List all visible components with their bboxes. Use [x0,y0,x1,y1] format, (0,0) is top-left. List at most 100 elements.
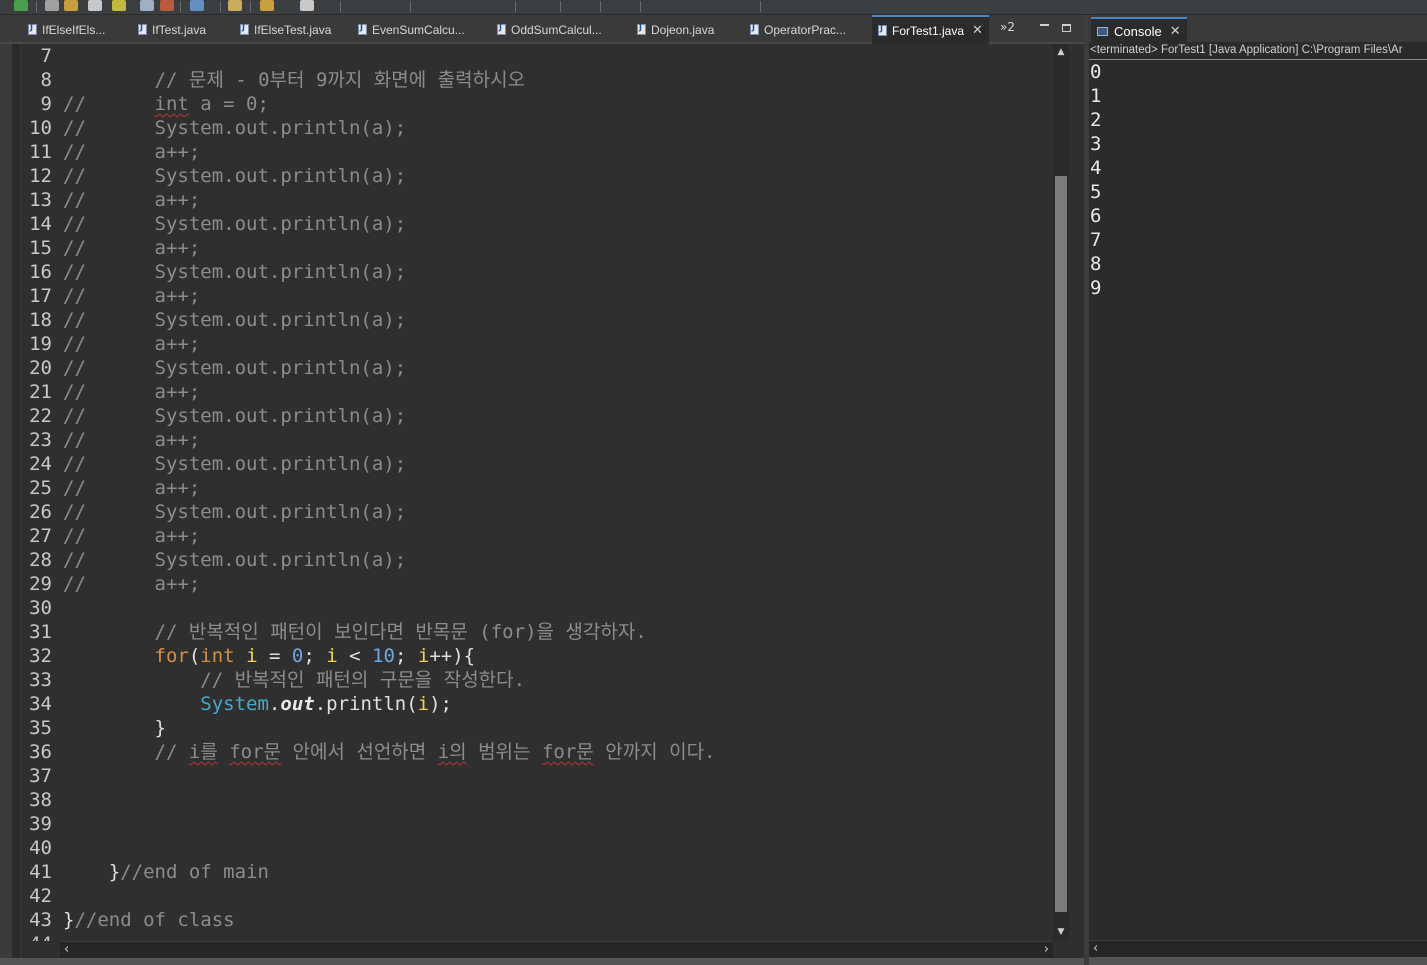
scroll-left-icon[interactable]: ‹ [64,942,69,958]
tab-editor-file[interactable]: EvenSumCalcu... [358,17,465,42]
code-line[interactable]: 31 // 반복적인 패턴이 보인다면 반목문 (for)을 생각하자. [20,620,647,644]
code-line[interactable]: 40 [20,836,63,860]
scroll-left-icon[interactable]: ‹ [1093,941,1098,957]
minimize-icon[interactable] [1040,24,1049,26]
run-icon[interactable] [14,0,28,11]
code-line[interactable]: 13 // a++; [20,188,200,212]
console-output[interactable]: 0123456789 [1089,60,1427,940]
tab-console[interactable]: Console ✕ [1091,17,1187,44]
line-number: 40 [29,837,52,859]
code-line[interactable]: 38 [20,788,63,812]
scrollbar-thumb[interactable] [1055,176,1067,912]
line-number: 37 [29,765,52,787]
globe-icon[interactable] [190,0,204,11]
code-line[interactable]: 24 // System.out.println(a); [20,452,406,476]
line-text: // a++; [63,141,201,163]
tab-editor-file[interactable]: OddSumCalcul... [497,17,602,42]
code-line[interactable]: 32 for(int i = 0; i < 10; i++){ [20,644,475,668]
line-text: for(int i = 0; i < 10; i++){ [154,645,476,667]
forward-icon[interactable] [300,0,314,11]
line-number: 22 [29,405,52,427]
code-line[interactable]: 34 System.out.println(i); [20,692,452,716]
code-line[interactable]: 41 }//end of main [20,860,269,884]
close-icon[interactable]: ✕ [1170,24,1181,39]
debug-icon[interactable] [45,0,59,11]
new-file-icon[interactable] [64,0,78,11]
line-text: // System.out.println(a); [63,357,407,379]
code-line[interactable]: 37 [20,764,63,788]
line-number: 19 [29,333,52,355]
code-line[interactable]: 14 // System.out.println(a); [20,212,406,236]
code-line[interactable]: 15 // a++; [20,236,200,260]
back-icon[interactable] [260,0,274,11]
external-tools-icon[interactable] [160,0,174,11]
code-line[interactable]: 30 [20,596,63,620]
tab-label: ForTest1.java [892,23,965,38]
line-text: // a++; [63,477,201,499]
code-line[interactable]: 18 // System.out.println(a); [20,308,406,332]
line-number: 35 [29,717,52,739]
tab-editor-file[interactable]: Dojeon.java [637,17,714,42]
annotation-icon[interactable] [228,0,242,11]
tab-overflow-button[interactable]: »2 [1000,20,1015,34]
tab-editor-file[interactable]: ForTest1.java ✕ [872,15,989,44]
tab-editor-file[interactable]: IfElseTest.java [240,17,331,42]
code-line[interactable]: 7 [20,44,63,68]
code-line[interactable]: 44 [20,932,63,941]
open-type-icon[interactable] [88,0,102,11]
toolbar-separator [250,1,251,12]
code-line[interactable]: 16 // System.out.println(a); [20,260,406,284]
code-line[interactable]: 10 // System.out.println(a); [20,116,406,140]
line-text: // System.out.println(a); [63,309,407,331]
code-line[interactable]: 39 [20,812,63,836]
code-line[interactable]: 43}//end of class [20,908,235,932]
code-line[interactable]: 23 // a++; [20,428,200,452]
line-text: // a++; [63,189,201,211]
code-area[interactable]: 78 // 문제 - 0부터 9까지 화면에 출력하시오 9// int a = … [20,44,1050,941]
line-number: 28 [29,549,52,571]
horizontal-scrollbar[interactable]: ‹ › [60,941,1053,958]
refresh-icon[interactable] [140,0,154,11]
code-line[interactable]: 21 // a++; [20,380,200,404]
code-line[interactable]: 20 // System.out.println(a); [20,356,406,380]
code-line[interactable]: 17 // a++; [20,284,200,308]
java-file-icon [878,24,887,36]
console-horizontal-scrollbar[interactable]: ‹ [1089,940,1427,958]
line-number: 39 [29,813,52,835]
code-line[interactable]: 11 // a++; [20,140,200,164]
close-icon[interactable]: ✕ [972,23,983,38]
tab-label: IfTest.java [152,22,207,37]
code-line[interactable]: 9 // int a = 0; [20,92,269,116]
scroll-up-icon[interactable]: ▲ [1056,48,1066,57]
line-text: // i를 for문 안에서 선언하면 i의 범위는 for문 안까지 이다. [154,741,716,763]
code-line[interactable]: 28 // System.out.println(a); [20,548,406,572]
vertical-scrollbar[interactable]: ▲ ▼ [1053,44,1069,941]
tab-editor-file[interactable]: IfTest.java [138,17,206,42]
line-text: // System.out.println(a); [63,405,407,427]
code-line[interactable]: 42 [20,884,63,908]
search-icon[interactable] [112,0,126,11]
maximize-icon[interactable] [1062,24,1071,32]
code-line[interactable]: 25 // a++; [20,476,200,500]
tab-editor-file[interactable]: OperatorPrac... [750,17,846,42]
code-line[interactable]: 26 // System.out.println(a); [20,500,406,524]
line-number: 31 [29,621,52,643]
java-file-icon [138,23,147,35]
scroll-down-icon[interactable]: ▼ [1056,928,1066,937]
code-line[interactable]: 22 // System.out.println(a); [20,404,406,428]
code-line[interactable]: 29 // a++; [20,572,200,596]
line-number: 41 [29,861,52,883]
scroll-right-icon[interactable]: › [1044,942,1049,958]
code-line[interactable]: 35 } [20,716,166,740]
line-number: 44 [20,932,52,941]
code-editor[interactable]: 78 // 문제 - 0부터 9까지 화면에 출력하시오 9// int a = … [0,44,1084,965]
code-line[interactable]: 27 // a++; [20,524,200,548]
code-line[interactable]: 33 // 반복적인 패턴의 구문을 작성한다. [20,668,525,692]
line-text: // System.out.println(a); [63,165,407,187]
tab-editor-file[interactable]: IfElseIfEls... [28,17,105,42]
console-output-line: 1 [1090,85,1102,107]
code-line[interactable]: 19 // a++; [20,332,200,356]
code-line[interactable]: 12 // System.out.println(a); [20,164,406,188]
code-line[interactable]: 36 // i를 for문 안에서 선언하면 i의 범위는 for문 안까지 이… [20,740,716,764]
code-line[interactable]: 8 // 문제 - 0부터 9까지 화면에 출력하시오 [20,68,526,92]
